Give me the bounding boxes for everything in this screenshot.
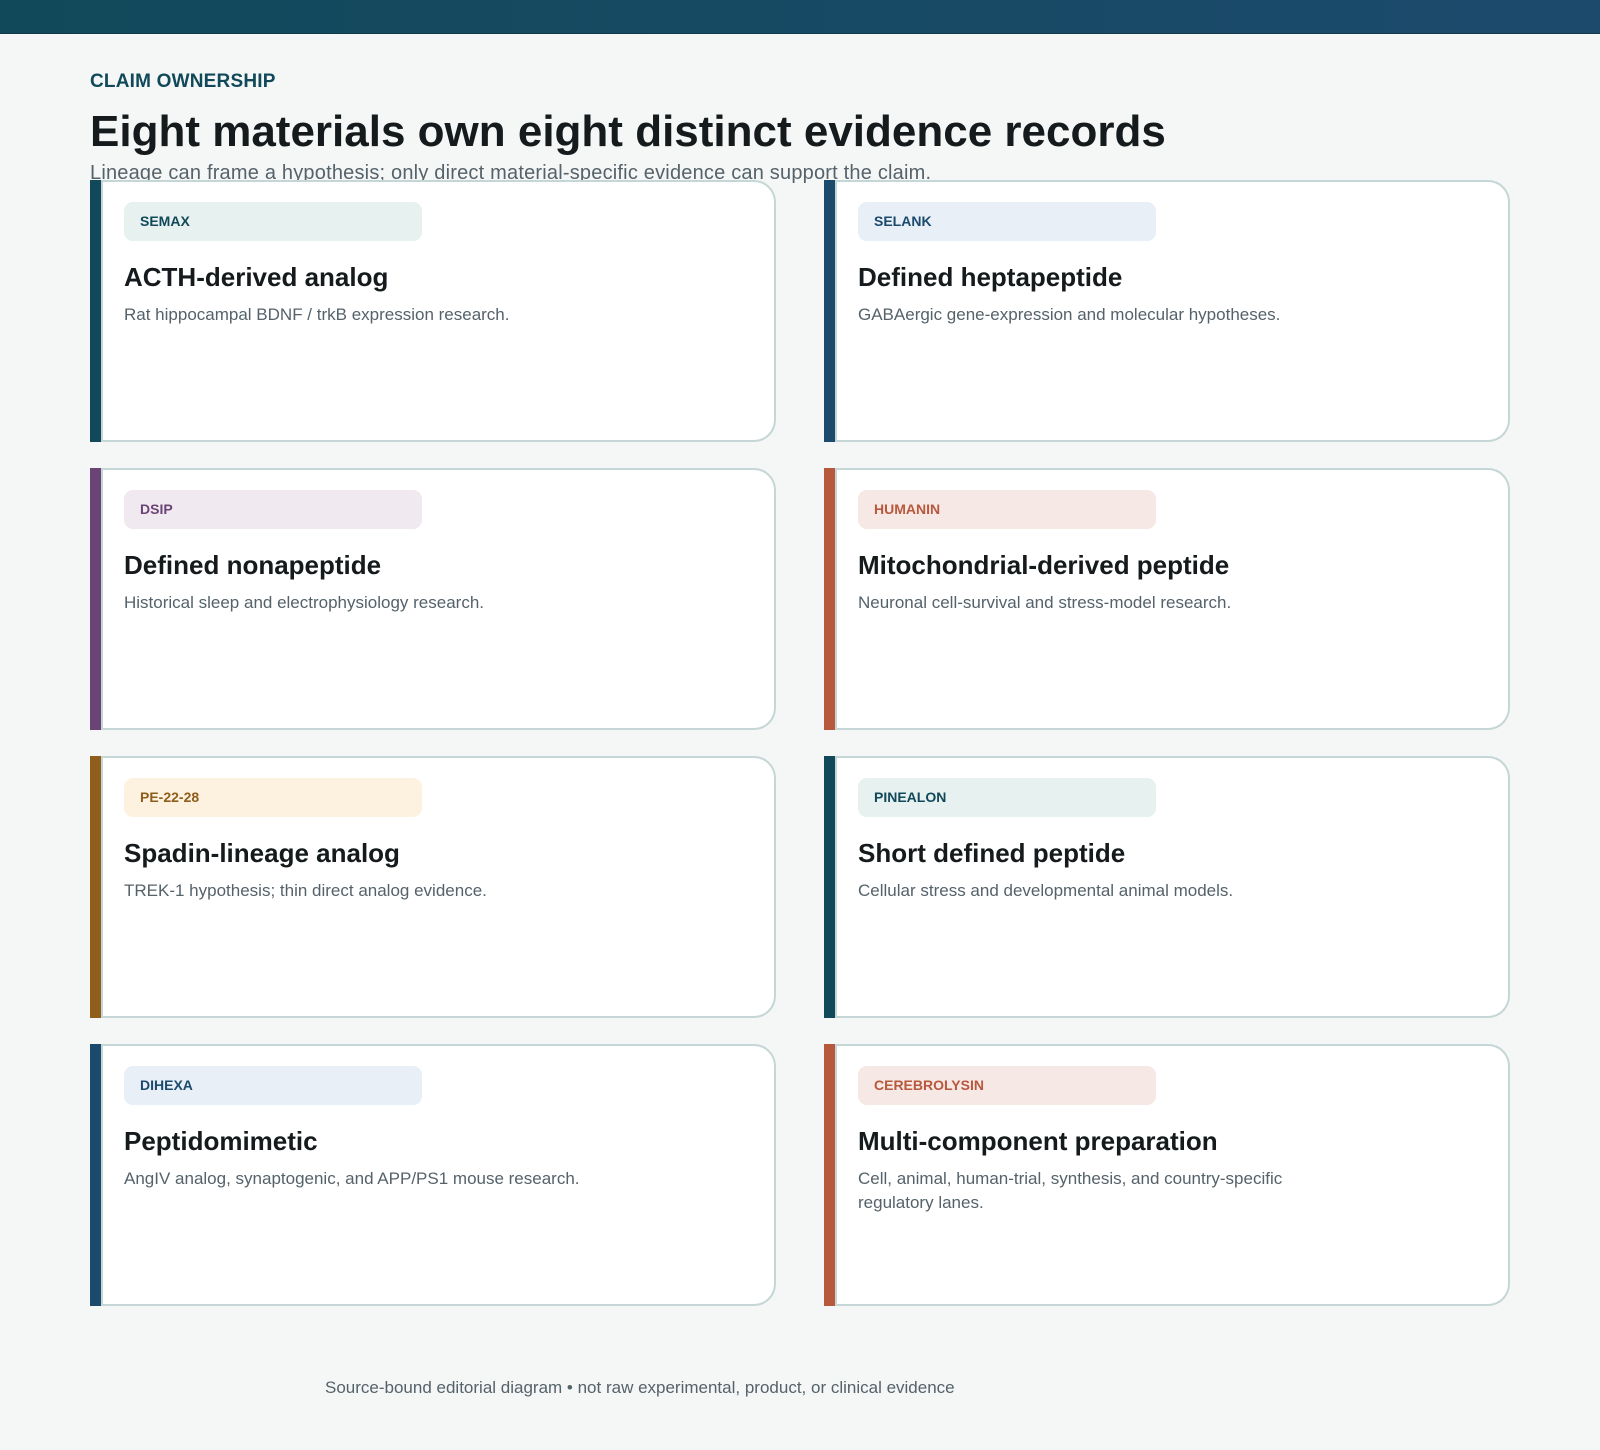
card-title: Spadin-lineage analog (124, 838, 400, 868)
material-card: HUMANIN Mitochondrial-derived peptide Ne… (824, 468, 1510, 730)
card-accent-bar (90, 756, 101, 1018)
card-accent-bar (824, 180, 835, 442)
card-title: Short defined peptide (858, 838, 1126, 868)
material-tag: SEMAX (124, 202, 422, 241)
card-description: GABAergic gene-expression and molecular … (858, 305, 1281, 324)
material-card: CEREBROLYSIN Multi-component preparation… (824, 1044, 1510, 1306)
material-tag: SELANK (858, 202, 1156, 241)
material-card: DIHEXA Peptidomimetic AngIV analog, syna… (90, 1044, 776, 1306)
footnote: Source-bound editorial diagram • not raw… (325, 1378, 955, 1397)
card-title: Multi-component preparation (858, 1126, 1218, 1156)
page-title: Eight materials own eight distinct evide… (90, 107, 1166, 156)
card-description: Cellular stress and developmental animal… (858, 881, 1234, 900)
material-tag: CEREBROLYSIN (858, 1066, 1156, 1105)
material-tag: HUMANIN (858, 490, 1156, 529)
card-title: Peptidomimetic (124, 1126, 318, 1156)
material-tag: DIHEXA (124, 1066, 422, 1105)
card-title: Defined heptapeptide (858, 262, 1123, 292)
card-title: Mitochondrial-derived peptide (858, 550, 1230, 580)
top-bar (0, 0, 1600, 34)
card-accent-bar (90, 468, 101, 730)
card-description: AngIV analog, synaptogenic, and APP/PS1 … (124, 1169, 580, 1188)
material-card: DSIP Defined nonapeptide Historical slee… (90, 468, 776, 730)
eyebrow-label: CLAIM OWNERSHIP (90, 71, 276, 92)
material-tag: DSIP (124, 490, 422, 529)
card-accent-bar (824, 1044, 835, 1306)
card-accent-bar (824, 468, 835, 730)
header: CLAIM OWNERSHIP Eight materials own eigh… (0, 71, 1600, 186)
material-card: PINEALON Short defined peptide Cellular … (824, 756, 1510, 1018)
card-description: TREK-1 hypothesis; thin direct analog ev… (124, 881, 487, 900)
card-accent-bar (90, 180, 101, 442)
material-card: PE-22-28 Spadin-lineage analog TREK-1 hy… (90, 756, 776, 1018)
card-description: Neuronal cell-survival and stress-model … (858, 593, 1232, 612)
card-accent-bar (90, 1044, 101, 1306)
card-description: Rat hippocampal BDNF / trkB expression r… (124, 305, 510, 324)
material-card: SELANK Defined heptapeptide GABAergic ge… (824, 180, 1510, 442)
card-accent-bar (824, 756, 835, 1018)
card-description: Cell, animal, human-trial, synthesis, an… (858, 1169, 1283, 1212)
material-card: SEMAX ACTH-derived analog Rat hippocampa… (90, 180, 776, 442)
material-tag: PE-22-28 (124, 778, 422, 817)
material-card-grid: SEMAX ACTH-derived analog Rat hippocampa… (90, 180, 1510, 1306)
card-title: Defined nonapeptide (124, 550, 382, 580)
card-title: ACTH-derived analog (124, 262, 389, 292)
card-description: Historical sleep and electrophysiology r… (124, 593, 485, 612)
material-tag: PINEALON (858, 778, 1156, 817)
